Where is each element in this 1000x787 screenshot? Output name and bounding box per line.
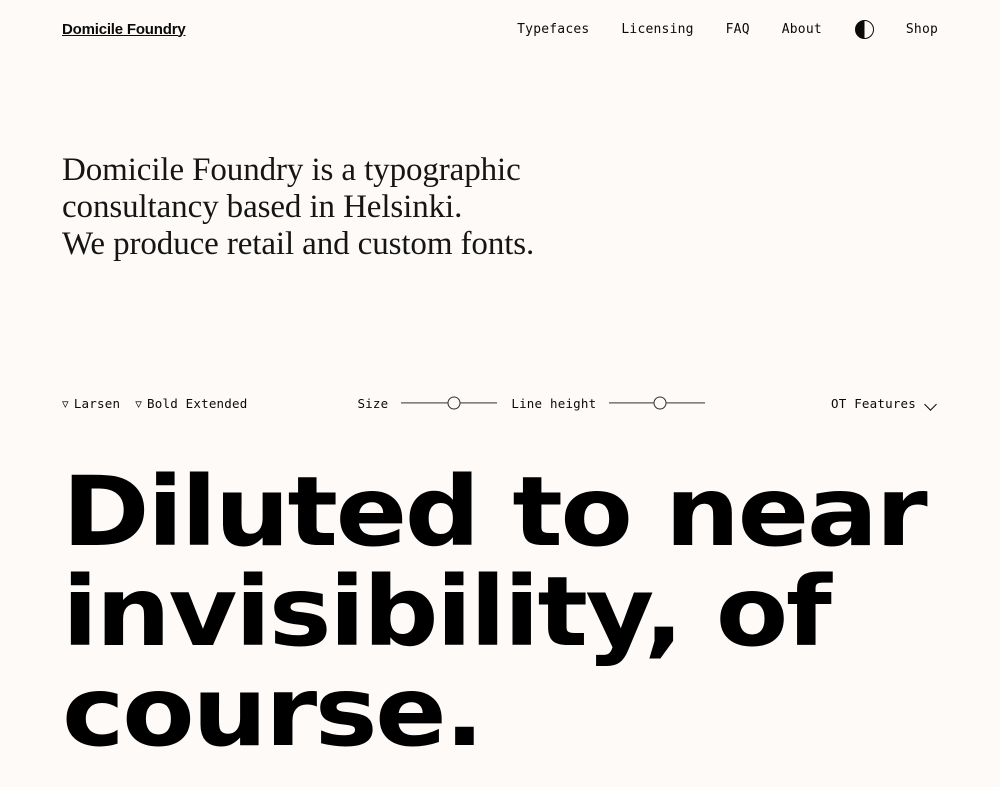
specimen-control-bar: ▽ Larsen ▽ Bold Extended Size Line heigh… xyxy=(62,392,938,414)
style-selector[interactable]: ▽ Bold Extended xyxy=(135,396,247,411)
nav-item-about[interactable]: About xyxy=(782,18,822,41)
typeface-selector-value: Larsen xyxy=(73,395,121,411)
line-height-slider[interactable] xyxy=(609,396,705,410)
specimen-line-3: course. xyxy=(62,656,484,768)
intro-statement: Domicile Foundry is a typographic consul… xyxy=(62,152,682,263)
chevron-down-icon xyxy=(925,400,938,408)
nav-item-licensing[interactable]: Licensing xyxy=(621,18,693,41)
ot-features-dropdown[interactable]: OT Features xyxy=(831,396,938,411)
line-height-slider-thumb[interactable] xyxy=(653,396,667,410)
brand-logo[interactable]: Domicile Foundry xyxy=(62,21,186,38)
nav-item-shop[interactable]: Shop xyxy=(906,18,938,41)
font-selectors: ▽ Larsen ▽ Bold Extended xyxy=(62,396,247,411)
size-slider[interactable] xyxy=(401,396,497,410)
triangle-down-icon: ▽ xyxy=(135,397,143,410)
type-specimen[interactable]: Diluted to near invisibility, of course. xyxy=(62,462,970,762)
slider-group: Size Line height xyxy=(357,396,705,411)
site-header: Domicile Foundry Typefaces Licensing FAQ… xyxy=(0,0,1000,58)
size-slider-thumb[interactable] xyxy=(447,396,461,410)
specimen-line-2: invisibility, of xyxy=(62,556,832,668)
main-navigation: Typefaces Licensing FAQ About Shop xyxy=(517,18,938,41)
half-circle-icon[interactable] xyxy=(854,19,874,39)
nav-item-typefaces[interactable]: Typefaces xyxy=(517,18,589,41)
intro-line-1: Domicile Foundry is a typographic xyxy=(62,152,521,188)
line-height-slider-unit: Line height xyxy=(511,396,705,411)
line-height-slider-label: Line height xyxy=(511,395,597,411)
style-selector-value: Bold Extended xyxy=(147,395,248,411)
intro-line-3: We produce retail and custom fonts. xyxy=(62,226,535,262)
nav-item-faq[interactable]: FAQ xyxy=(726,18,750,41)
ot-features-label: OT Features xyxy=(831,395,916,411)
size-slider-unit: Size xyxy=(357,396,497,411)
triangle-down-icon: ▽ xyxy=(62,397,69,410)
intro-line-2: consultancy based in Helsinki. xyxy=(62,189,463,225)
size-slider-label: Size xyxy=(357,395,389,411)
typeface-selector[interactable]: ▽ Larsen xyxy=(62,396,120,411)
specimen-line-1: Diluted to near xyxy=(62,456,928,568)
